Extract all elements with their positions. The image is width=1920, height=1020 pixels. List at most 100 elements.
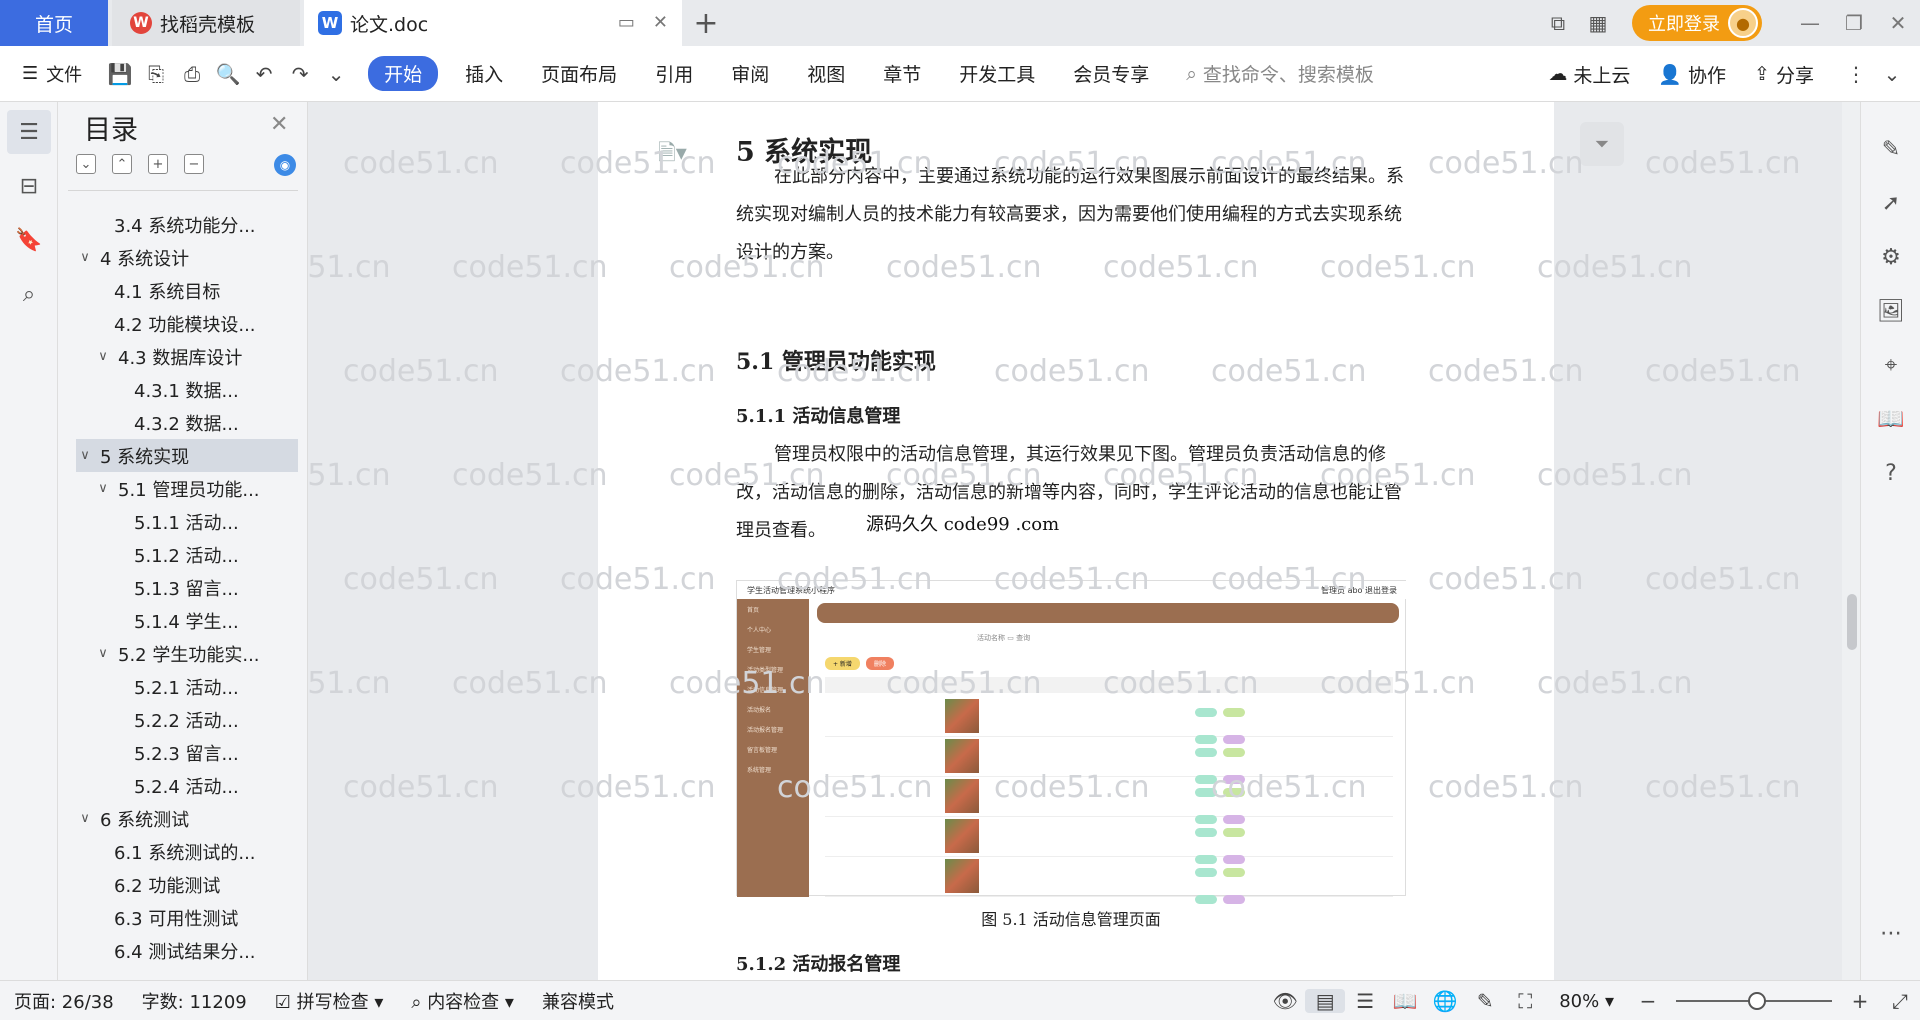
cloud-button[interactable]: ☁ 未上云	[1534, 61, 1644, 88]
close-icon[interactable]: ✕	[270, 112, 288, 137]
zoom-level[interactable]: 80% ▾	[1545, 991, 1628, 1012]
location-icon[interactable]: ⌖	[1861, 338, 1920, 392]
remove-heading-icon[interactable]: −	[184, 154, 204, 174]
chevron-down-icon[interactable]: ∨	[94, 646, 112, 661]
outline-view-icon[interactable]: ☰	[1345, 989, 1385, 1013]
content-check[interactable]: ⌕ 内容检查 ▾	[397, 988, 528, 1014]
chevron-down-icon[interactable]: ∨	[76, 811, 94, 826]
collapse-ribbon-icon[interactable]: ⌄	[1874, 62, 1910, 86]
command-search[interactable]: ⌕ 查找命令、搜索模板	[1186, 60, 1374, 87]
toc-item[interactable]: 4.3.2 数据...	[58, 406, 298, 439]
zoom-slider[interactable]	[1676, 992, 1832, 1010]
spell-check[interactable]: ☑ 拼写检查 ▾	[261, 988, 398, 1014]
toc-item[interactable]: ∨ 5.1 管理员功能...	[58, 472, 298, 505]
tab-member[interactable]: 会员专享	[1054, 60, 1168, 87]
tab-developer[interactable]: 开发工具	[940, 60, 1054, 87]
print-preview-icon[interactable]: 🔍	[210, 62, 246, 86]
toc-item[interactable]: 6.1 系统测试的...	[58, 835, 298, 868]
toc-item[interactable]: 3.4 系统功能分...	[58, 208, 298, 241]
toc-item[interactable]: ∨ 4.3 数据库设计	[58, 340, 298, 373]
ai-icon[interactable]: 🖼	[1861, 284, 1920, 338]
tab-view[interactable]: 视图	[788, 60, 864, 87]
tab-start[interactable]: 开始	[368, 56, 439, 91]
bookmark-icon[interactable]: 🔖	[7, 218, 51, 262]
collab-button[interactable]: 👤 协作	[1644, 61, 1740, 88]
navigation-icon[interactable]: ⊟	[7, 164, 51, 208]
toc-item[interactable]: ∨ 4 系统设计	[58, 241, 298, 274]
tab-references[interactable]: 引用	[636, 60, 712, 87]
more-icon[interactable]: ⋮	[1838, 62, 1874, 86]
toc-item[interactable]: 5.1.3 留言...	[58, 571, 298, 604]
tab-window-icon[interactable]: ▭	[618, 12, 635, 33]
smart-toc-icon[interactable]: ◉	[274, 154, 296, 176]
edit-icon[interactable]: ✎	[1861, 122, 1920, 176]
web-view-icon[interactable]: 🌐	[1425, 989, 1465, 1013]
toc-item[interactable]: 4.2 功能模块设...	[58, 307, 298, 340]
toc-item[interactable]: 4.3.1 数据...	[58, 373, 298, 406]
find-icon[interactable]: ⌕	[7, 272, 51, 316]
compat-mode[interactable]: 兼容模式	[528, 988, 628, 1014]
select-cursor-icon[interactable]: ➚	[1861, 176, 1920, 230]
tab-home[interactable]: 首页	[0, 0, 108, 46]
zoom-in-icon[interactable]: +	[1840, 989, 1880, 1013]
more-options-icon[interactable]: ⋯	[1861, 906, 1920, 960]
zoom-knob[interactable]	[1748, 992, 1766, 1010]
read-view-icon[interactable]: 📖	[1385, 989, 1425, 1013]
adjust-icon[interactable]: ⚙	[1861, 230, 1920, 284]
tab-insert[interactable]: 插入	[446, 60, 522, 87]
fullscreen-icon[interactable]: ⤢	[1880, 989, 1920, 1013]
chevron-down-icon[interactable]: ⌄	[318, 62, 354, 86]
word-count[interactable]: 字数: 11209	[128, 988, 261, 1014]
toc-item[interactable]: 5.2.2 活动...	[58, 703, 298, 736]
chevron-down-icon[interactable]: ∨	[94, 349, 112, 364]
document-menu-icon[interactable]: 🗎▾	[658, 136, 687, 174]
filter-icon[interactable]: ⏷	[1580, 122, 1624, 166]
eye-protect-icon[interactable]: 👁	[1265, 989, 1305, 1013]
fit-page-icon[interactable]: ⛶	[1505, 989, 1545, 1013]
collapse-icon[interactable]: ⌃	[112, 154, 132, 174]
restore-icon[interactable]: ❐	[1832, 11, 1876, 35]
undo-icon[interactable]: ↶	[246, 62, 282, 86]
expand-icon[interactable]: ⌄	[76, 154, 96, 174]
print-icon[interactable]: ⎙	[174, 62, 210, 86]
export-icon[interactable]: ⎘	[138, 62, 174, 86]
tab-review[interactable]: 审阅	[712, 60, 788, 87]
toc-panel-icon[interactable]: ☰	[7, 110, 51, 154]
document-area[interactable]: 🗎▾ 5 系统实现 在此部分内容中，主要通过系统功能的运行效果图展示前面设计的最…	[308, 102, 1842, 980]
tab-close-icon[interactable]: ✕	[653, 12, 668, 33]
toc-item[interactable]: 6.4 测试结果分...	[58, 934, 298, 967]
write-view-icon[interactable]: ✎	[1465, 989, 1505, 1013]
toc-item[interactable]: ∨ 5 系统实现	[76, 439, 298, 472]
file-menu-button[interactable]: ☰ 文件	[0, 61, 102, 87]
tab-document[interactable]: W 论文.doc ▭ ✕	[304, 0, 682, 46]
toc-item[interactable]: 5.2.3 留言...	[58, 736, 298, 769]
read-icon[interactable]: 📖	[1861, 392, 1920, 446]
redo-icon[interactable]: ↷	[282, 62, 318, 86]
minimize-icon[interactable]: —	[1788, 11, 1832, 35]
chevron-down-icon[interactable]: ∨	[76, 250, 94, 265]
toc-item[interactable]: 5.1.4 学生...	[58, 604, 298, 637]
toc-item[interactable]: 5.1.2 活动...	[58, 538, 298, 571]
layout-icon[interactable]: ⧉	[1538, 11, 1578, 35]
vertical-scrollbar[interactable]	[1842, 102, 1860, 980]
toc-item[interactable]: 5.2.1 活动...	[58, 670, 298, 703]
tab-docer[interactable]: W 找稻壳模板	[112, 0, 300, 46]
page-view-icon[interactable]: ▤	[1305, 989, 1346, 1013]
new-tab-button[interactable]: +	[688, 6, 724, 41]
toc-item[interactable]: 5.2.4 活动...	[58, 769, 298, 802]
scroll-thumb[interactable]	[1847, 594, 1857, 650]
login-button[interactable]: 立即登录 ●	[1632, 5, 1762, 41]
chevron-down-icon[interactable]: ∨	[76, 448, 94, 463]
apps-grid-icon[interactable]: ▦	[1578, 11, 1618, 35]
zoom-out-icon[interactable]: −	[1628, 989, 1668, 1013]
toc-item[interactable]: 4.1 系统目标	[58, 274, 298, 307]
close-window-icon[interactable]: ✕	[1876, 11, 1920, 35]
chevron-down-icon[interactable]: ∨	[94, 481, 112, 496]
toc-item[interactable]: ∨ 6 系统测试	[58, 802, 298, 835]
page-indicator[interactable]: 页面: 26/38	[0, 988, 128, 1014]
help-icon[interactable]: ?	[1861, 446, 1920, 500]
document-page[interactable]: 🗎▾ 5 系统实现 在此部分内容中，主要通过系统功能的运行效果图展示前面设计的最…	[598, 102, 1554, 980]
toc-item[interactable]: 5.1.1 活动...	[58, 505, 298, 538]
share-button[interactable]: ⇪ 分享	[1740, 61, 1828, 88]
tab-page-layout[interactable]: 页面布局	[522, 60, 636, 87]
